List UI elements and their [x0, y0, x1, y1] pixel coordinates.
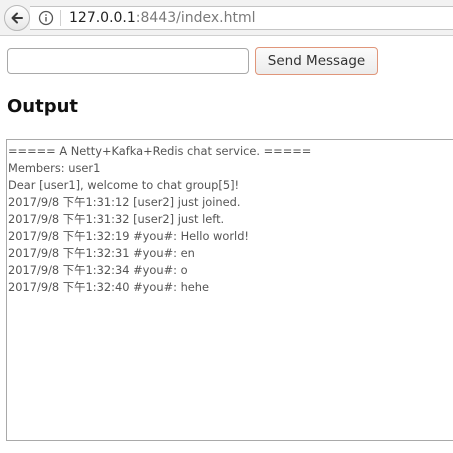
- output-line: Dear [user1], welcome to chat group[5]!: [8, 178, 240, 192]
- message-input[interactable]: [7, 48, 249, 74]
- output-line: 2017/9/8 下午1:31:32 [user2] just left.: [8, 212, 225, 226]
- browser-toolbar: 127.0.0.1:8443/index.html: [0, 0, 453, 36]
- output-line: 2017/9/8 下午1:32:40 #you#: hehe: [8, 280, 210, 294]
- url-path: :8443/index.html: [135, 10, 256, 26]
- output-line: Members: user1: [8, 161, 101, 175]
- output-area[interactable]: ===== A Netty+Kafka+Redis chat service. …: [6, 139, 453, 441]
- address-bar[interactable]: 127.0.0.1:8443/index.html: [30, 6, 453, 30]
- output-line: 2017/9/8 下午1:31:12 [user2] just joined.: [8, 195, 241, 209]
- back-button[interactable]: [4, 5, 30, 31]
- url-separator: [60, 10, 61, 26]
- output-line: 2017/9/8 下午1:32:19 #you#: Hello world!: [8, 229, 249, 243]
- output-line: 2017/9/8 下午1:32:34 #you#: o: [8, 263, 188, 277]
- output-line: ===== A Netty+Kafka+Redis chat service. …: [8, 144, 312, 158]
- url-host: 127.0.0.1: [69, 10, 136, 26]
- url-text: 127.0.0.1:8443/index.html: [69, 10, 256, 26]
- output-heading: Output: [7, 96, 79, 117]
- output-line: 2017/9/8 下午1:32:31 #you#: en: [8, 246, 195, 260]
- info-icon[interactable]: [38, 10, 54, 26]
- arrow-left-icon: [11, 12, 23, 24]
- send-message-button[interactable]: Send Message: [255, 47, 378, 75]
